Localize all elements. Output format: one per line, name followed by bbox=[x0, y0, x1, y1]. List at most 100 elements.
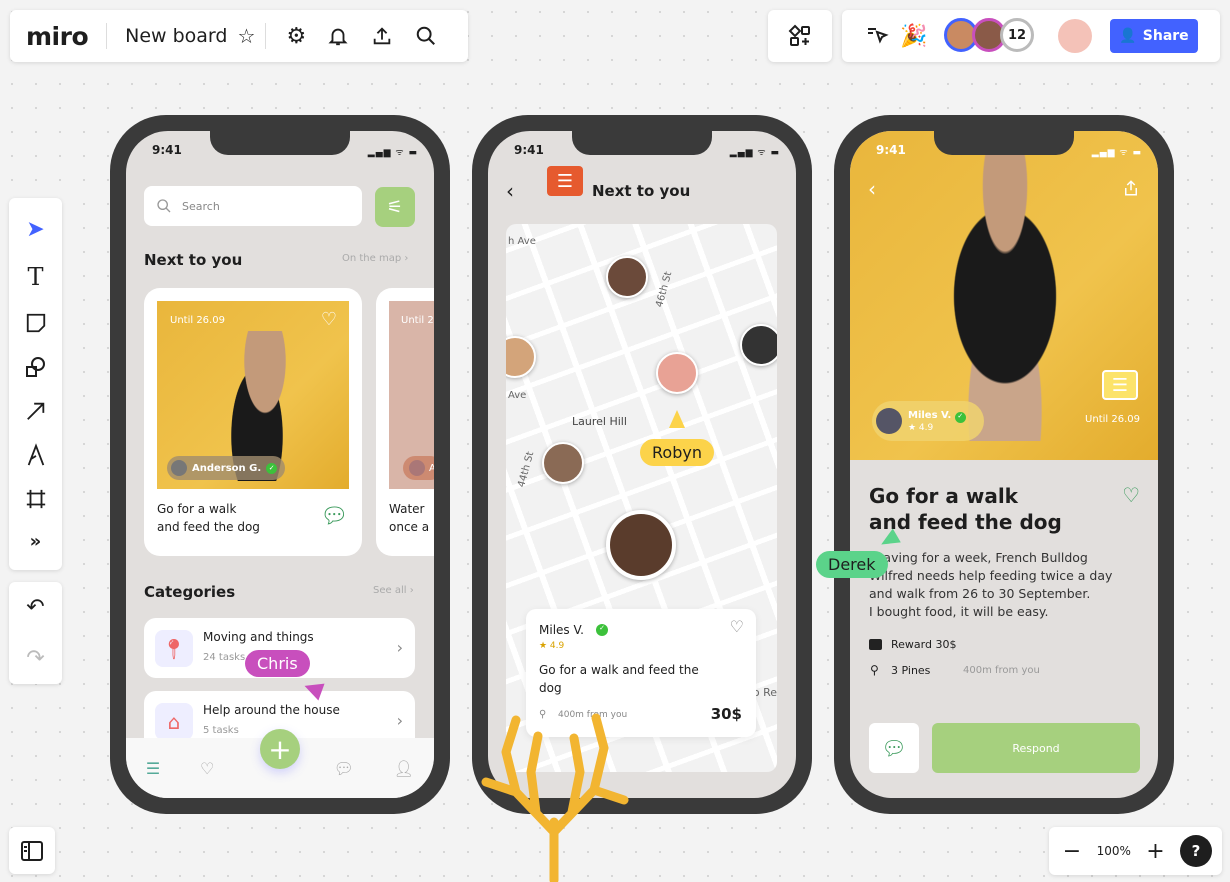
phone-notch bbox=[210, 131, 350, 155]
respond-button[interactable]: Respond bbox=[932, 723, 1140, 773]
apps-panel bbox=[768, 10, 832, 62]
divider bbox=[265, 23, 267, 49]
on-the-map-link[interactable]: On the map › bbox=[342, 253, 408, 264]
coral-sticker bbox=[481, 713, 629, 882]
phone-screen: 9:41 ▂▄▆ ᯤ ▬ ‹ Miles V. ✓ ★ 4.9 Until 26.… bbox=[850, 131, 1158, 798]
until-date: Until 26.09 bbox=[170, 315, 225, 326]
phone-screen: 9:41 ▂▄▆ ᯤ ▬ ‹ Next to you h Ave Ave 46t… bbox=[488, 131, 796, 798]
status-icons: ▂▄▆ ᯤ ▬ bbox=[367, 148, 418, 158]
phone-home-screen: 9:41 ▂▄▆ ᯤ ▬ Search ⚟ Next to you On the… bbox=[110, 115, 450, 814]
title: Next to you bbox=[592, 182, 691, 200]
dog-image bbox=[920, 151, 1090, 441]
profile-icon[interactable]: 👤︎ bbox=[394, 759, 414, 778]
filter-button[interactable]: ⚟ bbox=[375, 187, 415, 227]
map-avatar[interactable] bbox=[542, 442, 584, 484]
avatar bbox=[171, 460, 187, 476]
section-title: Next to you bbox=[144, 251, 243, 269]
gear-icon[interactable]: ⚙ bbox=[276, 24, 316, 49]
collaborator-count[interactable]: 12 bbox=[1000, 18, 1034, 52]
chat-bubble-icon[interactable]: 💬︎ bbox=[320, 504, 348, 529]
task-card[interactable]: Until 2 A Water once a bbox=[376, 288, 434, 556]
phone-detail-screen: 9:41 ▂▄▆ ᯤ ▬ ‹ Miles V. ✓ ★ 4.9 Until 26.… bbox=[834, 115, 1174, 814]
verified-icon: ✓ bbox=[596, 624, 608, 636]
board-title[interactable]: New board bbox=[125, 25, 227, 47]
wallet-icon bbox=[869, 639, 882, 650]
pen-icon[interactable] bbox=[25, 442, 47, 467]
cursor-chris: Chris bbox=[245, 650, 310, 677]
frame-icon[interactable] bbox=[25, 488, 47, 510]
task-card[interactable]: Until 26.09 ♡ Anderson G. ✓ Go for a wal… bbox=[144, 288, 362, 556]
heart-icon[interactable]: ♡ bbox=[200, 759, 214, 778]
chevron-right-icon: › bbox=[396, 638, 403, 657]
undo-icon[interactable]: ↶ bbox=[26, 595, 44, 620]
map[interactable]: h Ave Ave 46th St 44th St Laurel Hill o … bbox=[506, 224, 777, 772]
redo-icon[interactable]: ↷ bbox=[26, 646, 44, 671]
cursor-derek: Derek bbox=[816, 551, 888, 578]
zoom-controls: − 100% + ? bbox=[1049, 827, 1222, 875]
sidebar-panel-icon bbox=[20, 840, 44, 862]
location-pin-icon: 📍︎ bbox=[155, 630, 193, 667]
user-icon: 👤 bbox=[1119, 28, 1137, 44]
upload-icon[interactable] bbox=[360, 25, 404, 47]
celebrate-icon[interactable]: 🎉 bbox=[892, 24, 936, 49]
user-avatar[interactable] bbox=[1058, 19, 1092, 53]
dog-photo: Until 26.09 ♡ Anderson G. ✓ bbox=[157, 301, 349, 489]
user-chip: Anderson G. ✓ bbox=[167, 456, 286, 480]
map-avatar[interactable] bbox=[656, 352, 698, 394]
status-time: 9:41 bbox=[876, 143, 906, 157]
chat-button[interactable]: 💬︎ bbox=[869, 723, 919, 773]
status-time: 9:41 bbox=[514, 143, 544, 157]
phone-notch bbox=[934, 131, 1074, 155]
status-icons: ▂▄▆ ᯤ ▬ bbox=[1091, 148, 1142, 158]
miro-logo[interactable]: miro bbox=[26, 22, 89, 51]
collaborator-avatars[interactable]: 12 bbox=[944, 18, 1036, 54]
text-icon[interactable]: T bbox=[27, 263, 43, 291]
shapes-icon[interactable] bbox=[24, 355, 48, 379]
map-avatar[interactable] bbox=[740, 324, 777, 366]
status-icons: ▂▄▆ ᯤ ▬ bbox=[729, 148, 780, 158]
house-icon: ⌂ bbox=[155, 703, 193, 740]
share-button[interactable]: 👤 Share bbox=[1110, 19, 1198, 53]
zoom-level[interactable]: 100% bbox=[1097, 844, 1131, 858]
back-icon[interactable]: ‹ bbox=[868, 177, 876, 201]
add-button[interactable]: + bbox=[260, 729, 300, 769]
bell-icon[interactable] bbox=[316, 25, 360, 47]
heart-icon[interactable]: ♡ bbox=[321, 309, 337, 330]
phone-screen: 9:41 ▂▄▆ ᯤ ▬ Search ⚟ Next to you On the… bbox=[126, 131, 434, 798]
list-icon[interactable]: ☰ bbox=[146, 759, 160, 778]
heart-icon[interactable]: ♡ bbox=[730, 617, 744, 636]
cursor-pointer-icon bbox=[669, 410, 685, 428]
apps-icon[interactable] bbox=[788, 24, 812, 48]
search-input[interactable]: Search bbox=[144, 186, 362, 226]
panel-toggle[interactable] bbox=[9, 827, 55, 874]
selected-map-avatar[interactable] bbox=[606, 510, 676, 580]
card-title: Go for a walk and feed the dog bbox=[157, 502, 260, 534]
map-avatar[interactable] bbox=[606, 256, 648, 298]
search-icon bbox=[157, 199, 171, 213]
comment-icon[interactable]: ☰ bbox=[547, 166, 583, 196]
search-icon[interactable] bbox=[404, 25, 448, 47]
until-date: Until 26.09 bbox=[1085, 414, 1140, 425]
plant-photo: Until 2 A bbox=[389, 301, 434, 489]
star-icon[interactable]: ☆ bbox=[237, 24, 255, 48]
chat-icon[interactable]: 💬︎ bbox=[334, 759, 354, 778]
chevron-right-icon: › bbox=[396, 711, 403, 730]
cursor-follow-icon[interactable] bbox=[862, 24, 892, 48]
comment-icon[interactable]: ☰ bbox=[1102, 370, 1138, 400]
card-title: Go for a walk and feed the dog bbox=[869, 484, 1062, 534]
select-cursor-icon[interactable]: ➤ bbox=[26, 217, 44, 242]
share-icon[interactable] bbox=[1122, 179, 1140, 201]
arrow-line-icon[interactable] bbox=[25, 400, 47, 422]
see-all-link[interactable]: See all › bbox=[373, 585, 414, 596]
zoom-out-button[interactable]: − bbox=[1059, 839, 1085, 864]
help-button[interactable]: ? bbox=[1180, 835, 1212, 867]
map-avatar[interactable] bbox=[506, 336, 536, 378]
sticky-note-icon[interactable] bbox=[25, 312, 47, 334]
zoom-in-button[interactable]: + bbox=[1142, 839, 1168, 864]
avatar bbox=[876, 408, 902, 434]
more-tools-icon[interactable]: » bbox=[30, 531, 42, 552]
search-placeholder: Search bbox=[182, 199, 220, 213]
back-icon[interactable]: ‹ bbox=[506, 179, 514, 203]
heart-icon[interactable]: ♡ bbox=[1122, 483, 1140, 507]
history-toolbar: ↶ ↷ bbox=[9, 582, 62, 684]
